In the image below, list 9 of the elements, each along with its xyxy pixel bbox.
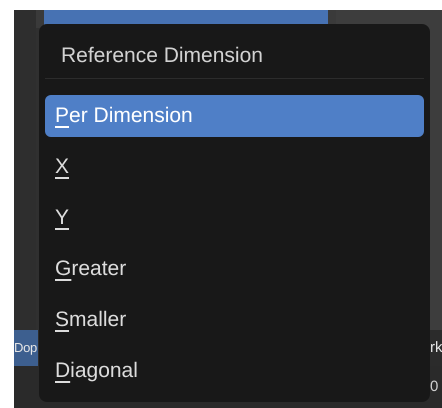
menu-item[interactable]: Diagonal [45, 350, 424, 392]
menu-item[interactable]: Y [45, 197, 424, 239]
menu-item[interactable]: X [45, 146, 424, 188]
menu-item[interactable]: Smaller [45, 299, 424, 341]
frame-tick: 0 [430, 376, 440, 397]
editor-type-dropdown[interactable]: Dop [14, 330, 38, 366]
menu-item[interactable]: Greater [45, 248, 424, 290]
menu-title: Reference Dimension [60, 43, 264, 70]
menu-item[interactable]: Per Dimension [45, 95, 424, 137]
